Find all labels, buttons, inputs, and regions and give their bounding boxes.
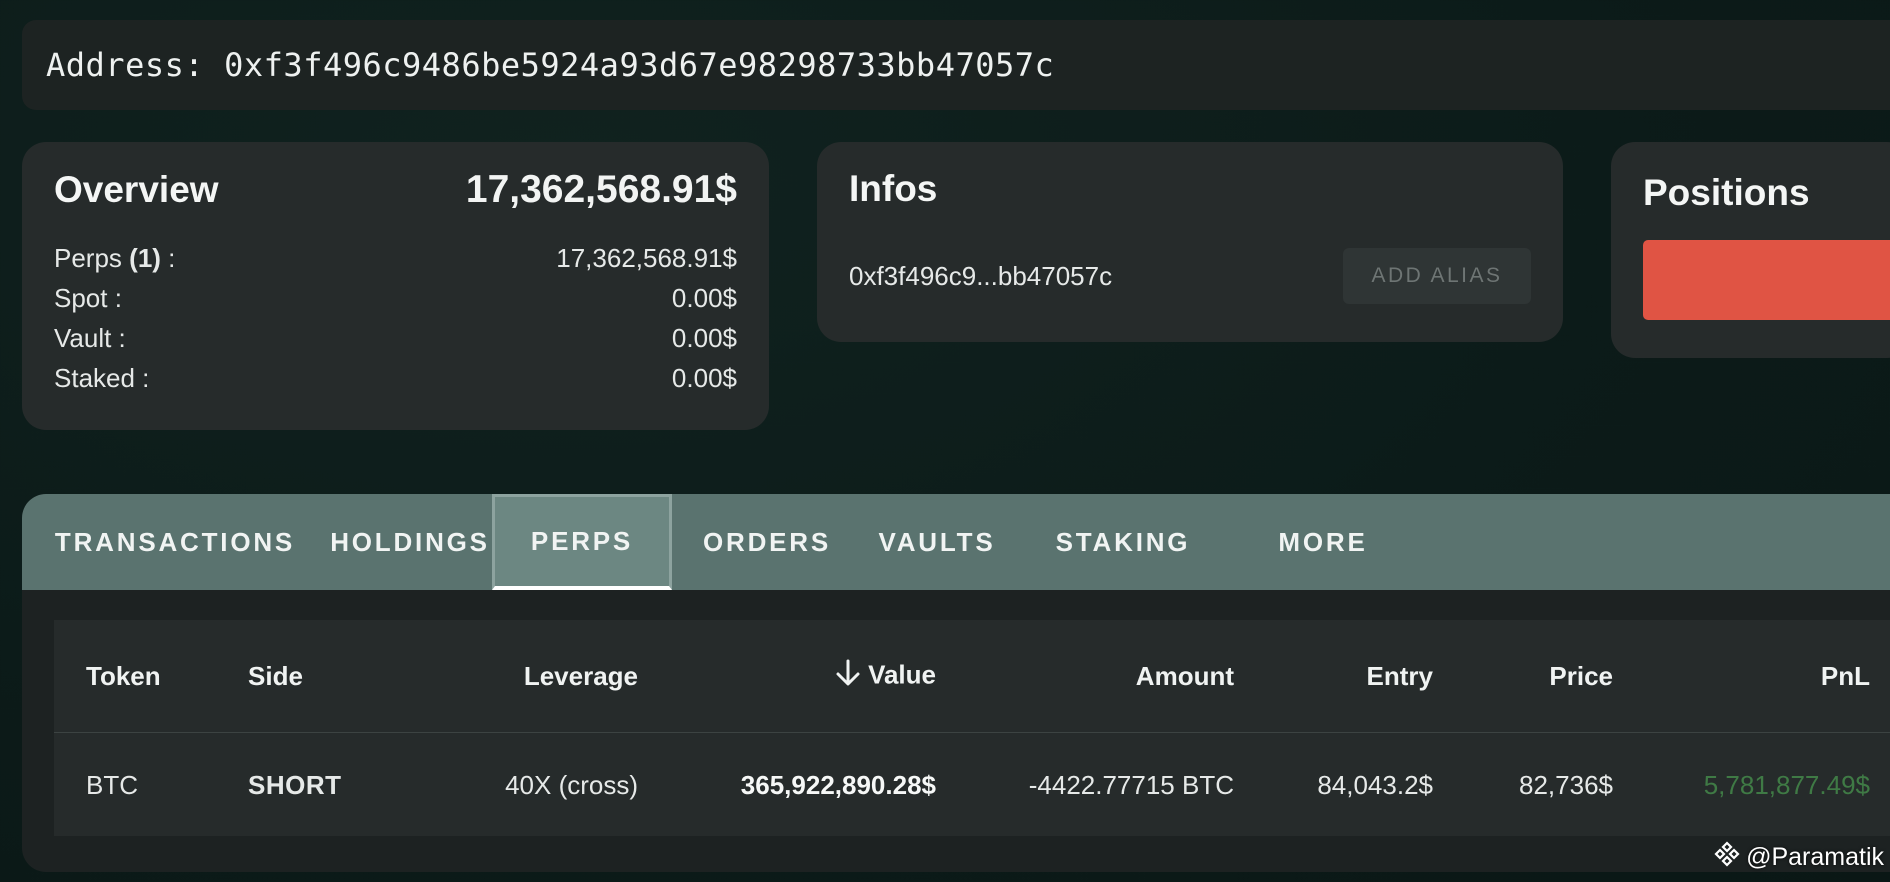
overview-label: Spot : <box>54 283 122 313</box>
cell-entry: 84,043.2$ <box>1317 769 1433 800</box>
tab-more[interactable]: MORE <box>1234 494 1412 590</box>
address-value[interactable]: 0xf3f496c9486be5924a93d67e98298733bb4705… <box>224 46 1054 84</box>
add-alias-button[interactable]: ADD ALIAS <box>1343 248 1531 304</box>
overview-label: Staked : <box>54 363 150 393</box>
infos-short-address[interactable]: 0xf3f496c9...bb47057c <box>849 261 1112 292</box>
cell-price: 82,736$ <box>1519 769 1613 800</box>
tab-bar: TRANSACTIONS HOLDINGS PERPS ORDERS VAULT… <box>22 494 1890 590</box>
watermark-text: @Paramatik <box>1746 843 1884 871</box>
tab-orders[interactable]: ORDERS <box>672 494 862 590</box>
tab-staking[interactable]: STAKING <box>1012 494 1234 590</box>
overview-value: 0.00$ <box>671 323 737 353</box>
positions-short-bar[interactable] <box>1643 240 1890 320</box>
cell-token: BTC <box>86 769 138 800</box>
infos-title: Infos <box>849 168 938 209</box>
overview-value: 17,362,568.91$ <box>556 243 737 273</box>
detail-panel: TRANSACTIONS HOLDINGS PERPS ORDERS VAULT… <box>22 494 1890 872</box>
header-value-label: Value <box>868 658 936 689</box>
header-value[interactable]: Value <box>638 658 936 695</box>
tab-transactions[interactable]: TRANSACTIONS <box>22 494 328 590</box>
watermark: @Paramatik <box>1714 841 1884 874</box>
tab-holdings[interactable]: HOLDINGS <box>328 494 492 590</box>
cell-side: SHORT <box>248 769 342 800</box>
overview-label: Perps <box>54 243 122 273</box>
header-leverage[interactable]: Leverage <box>408 661 638 692</box>
header-side[interactable]: Side <box>248 661 408 692</box>
overview-row-spot: Spot : 0.00$ <box>54 278 737 318</box>
overview-row-vault: Vault : 0.00$ <box>54 318 737 358</box>
arrow-down-icon <box>834 658 862 695</box>
overview-label: Vault : <box>54 323 126 353</box>
overview-row-staked: Staked : 0.00$ <box>54 358 737 398</box>
tab-perps[interactable]: PERPS <box>492 494 672 590</box>
header-amount[interactable]: Amount <box>936 661 1234 692</box>
table-row[interactable]: BTC SHORT 40X (cross) 365,922,890.28$ -4… <box>54 733 1890 837</box>
address-label: Address: <box>46 46 205 84</box>
positions-card: Positions <box>1611 142 1890 358</box>
header-pnl[interactable]: PnL <box>1613 661 1870 692</box>
overview-count: (1) <box>129 243 161 273</box>
address-bar: Address: 0xf3f496c9486be5924a93d67e98298… <box>22 20 1890 110</box>
positions-title: Positions <box>1643 172 1810 213</box>
infos-card: Infos 0xf3f496c9...bb47057c ADD ALIAS <box>817 142 1563 342</box>
overview-total: 17,362,568.91$ <box>465 168 737 211</box>
overview-value: 0.00$ <box>671 363 737 393</box>
cell-value: 365,922,890.28$ <box>740 769 936 800</box>
table-header-row: Token Side Leverage Value Amount Entry P… <box>54 620 1890 733</box>
cell-amount: -4422.77715 BTC <box>1028 769 1234 800</box>
binance-logo-icon <box>1714 841 1740 874</box>
overview-row-perps: Perps (1) : 17,362,568.91$ <box>54 238 737 278</box>
header-price[interactable]: Price <box>1433 661 1613 692</box>
overview-title: Overview <box>54 169 219 210</box>
tab-vaults[interactable]: VAULTS <box>862 494 1012 590</box>
perps-table: Token Side Leverage Value Amount Entry P… <box>54 620 1890 836</box>
header-entry[interactable]: Entry <box>1234 661 1433 692</box>
cell-pnl: 5,781,877.49$ <box>1703 769 1870 800</box>
overview-value: 0.00$ <box>671 283 737 313</box>
cell-leverage: 40X (cross) <box>505 769 638 800</box>
header-token[interactable]: Token <box>54 661 248 692</box>
overview-card: Overview 17,362,568.91$ Perps (1) : 17,3… <box>22 142 769 430</box>
